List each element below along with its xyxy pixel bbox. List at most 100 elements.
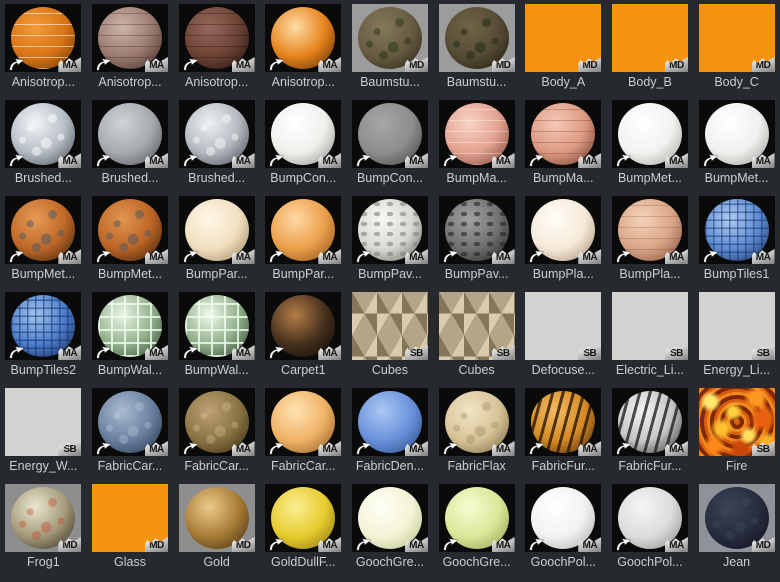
- material-thumbnail[interactable]: MA: [179, 388, 255, 456]
- material-thumbnail[interactable]: SB: [612, 292, 688, 360]
- material-thumbnail[interactable]: MA: [352, 196, 428, 264]
- material-thumbnail[interactable]: MA: [179, 100, 255, 168]
- material-thumbnail[interactable]: MA: [179, 4, 255, 72]
- material-tile[interactable]: MDBody_B: [607, 0, 694, 96]
- material-thumbnail[interactable]: MD: [525, 4, 601, 72]
- material-thumbnail[interactable]: MA: [525, 100, 601, 168]
- material-thumbnail[interactable]: MD: [699, 4, 775, 72]
- material-tile[interactable]: MABumpPla...: [520, 192, 607, 288]
- material-tile[interactable]: MABumpCon...: [260, 96, 347, 192]
- material-thumbnail[interactable]: MA: [265, 100, 341, 168]
- material-tile[interactable]: MABumpMet...: [87, 192, 174, 288]
- material-thumbnail[interactable]: MD: [612, 4, 688, 72]
- material-tile[interactable]: MABumpMa...: [433, 96, 520, 192]
- material-tile[interactable]: MABumpPav...: [433, 192, 520, 288]
- material-tile[interactable]: MABrushed...: [87, 96, 174, 192]
- material-tile[interactable]: MDGold: [173, 480, 260, 576]
- material-tile[interactable]: MABumpPla...: [607, 192, 694, 288]
- material-tile[interactable]: MAFabricDen...: [347, 384, 434, 480]
- material-thumbnail[interactable]: MA: [92, 196, 168, 264]
- material-tile[interactable]: MABumpWal...: [173, 288, 260, 384]
- material-tile[interactable]: MAGoochPol...: [607, 480, 694, 576]
- material-thumbnail[interactable]: MA: [612, 100, 688, 168]
- material-thumbnail[interactable]: SB: [525, 292, 601, 360]
- material-tile[interactable]: MABrushed...: [0, 96, 87, 192]
- material-thumbnail[interactable]: MA: [5, 292, 81, 360]
- material-tile[interactable]: SBEnergy_W...: [0, 384, 87, 480]
- material-tile[interactable]: MABumpPar...: [173, 192, 260, 288]
- material-tile[interactable]: MABumpPar...: [260, 192, 347, 288]
- material-thumbnail[interactable]: MA: [699, 100, 775, 168]
- material-thumbnail[interactable]: MA: [265, 388, 341, 456]
- material-thumbnail[interactable]: MA: [439, 484, 515, 552]
- material-thumbnail[interactable]: MA: [439, 196, 515, 264]
- material-thumbnail[interactable]: MA: [699, 196, 775, 264]
- material-thumbnail[interactable]: MA: [92, 4, 168, 72]
- material-thumbnail[interactable]: MA: [352, 484, 428, 552]
- material-tile[interactable]: SBCubes: [433, 288, 520, 384]
- material-tile[interactable]: MABumpMet...: [607, 96, 694, 192]
- material-tile[interactable]: MAGoochPol...: [520, 480, 607, 576]
- material-thumbnail[interactable]: SB: [439, 292, 515, 360]
- material-tile[interactable]: MAGoldDullF...: [260, 480, 347, 576]
- material-thumbnail[interactable]: MA: [5, 4, 81, 72]
- material-tile[interactable]: MDBaumstu...: [347, 0, 434, 96]
- material-thumbnail[interactable]: MA: [612, 484, 688, 552]
- material-thumbnail[interactable]: MA: [179, 196, 255, 264]
- material-tile[interactable]: MAFabricCar...: [173, 384, 260, 480]
- material-thumbnail[interactable]: MA: [265, 196, 341, 264]
- material-tile[interactable]: MDJean: [693, 480, 780, 576]
- material-thumbnail[interactable]: MD: [439, 4, 515, 72]
- material-tile[interactable]: MABumpTiles2: [0, 288, 87, 384]
- material-tile[interactable]: MAFabricFlax: [433, 384, 520, 480]
- material-thumbnail[interactable]: MA: [612, 196, 688, 264]
- material-tile[interactable]: SBEnergy_Li...: [693, 288, 780, 384]
- material-tile[interactable]: MDBody_C: [693, 0, 780, 96]
- material-tile[interactable]: MABumpWal...: [87, 288, 174, 384]
- material-thumbnail[interactable]: MA: [5, 196, 81, 264]
- material-tile[interactable]: MAGoochGre...: [433, 480, 520, 576]
- material-tile[interactable]: MAAnisotrop...: [0, 0, 87, 96]
- material-thumbnail[interactable]: SB: [352, 292, 428, 360]
- material-thumbnail[interactable]: MA: [612, 388, 688, 456]
- material-tile[interactable]: MAFabricFur...: [520, 384, 607, 480]
- material-tile[interactable]: SBFire: [693, 384, 780, 480]
- material-thumbnail[interactable]: MA: [92, 100, 168, 168]
- material-tile[interactable]: MAAnisotrop...: [260, 0, 347, 96]
- material-tile[interactable]: MABumpPav...: [347, 192, 434, 288]
- material-tile[interactable]: MABumpMa...: [520, 96, 607, 192]
- material-tile[interactable]: MABumpCon...: [347, 96, 434, 192]
- material-thumbnail[interactable]: MD: [5, 484, 81, 552]
- material-thumbnail[interactable]: MA: [352, 388, 428, 456]
- material-tile[interactable]: MAFabricFur...: [607, 384, 694, 480]
- material-tile[interactable]: MDFrog1: [0, 480, 87, 576]
- material-tile[interactable]: MAAnisotrop...: [173, 0, 260, 96]
- material-tile[interactable]: MABumpMet...: [0, 192, 87, 288]
- material-tile[interactable]: SBElectric_Li...: [607, 288, 694, 384]
- material-thumbnail[interactable]: MA: [352, 100, 428, 168]
- material-thumbnail[interactable]: MA: [179, 292, 255, 360]
- material-thumbnail[interactable]: MD: [92, 484, 168, 552]
- material-tile[interactable]: MABumpMet...: [693, 96, 780, 192]
- material-tile[interactable]: MABrushed...: [173, 96, 260, 192]
- material-tile[interactable]: MACarpet1: [260, 288, 347, 384]
- material-thumbnail[interactable]: MA: [525, 388, 601, 456]
- material-thumbnail[interactable]: SB: [699, 292, 775, 360]
- material-tile[interactable]: SBDefocuse...: [520, 288, 607, 384]
- material-thumbnail[interactable]: MA: [265, 4, 341, 72]
- material-thumbnail[interactable]: MA: [525, 196, 601, 264]
- material-thumbnail[interactable]: MA: [525, 484, 601, 552]
- material-tile[interactable]: MDGlass: [87, 480, 174, 576]
- material-tile[interactable]: MAAnisotrop...: [87, 0, 174, 96]
- material-thumbnail[interactable]: MA: [439, 388, 515, 456]
- material-tile[interactable]: MABumpTiles1: [693, 192, 780, 288]
- material-tile[interactable]: MAFabricCar...: [260, 384, 347, 480]
- material-thumbnail[interactable]: MA: [5, 100, 81, 168]
- material-thumbnail[interactable]: MA: [92, 292, 168, 360]
- material-thumbnail[interactable]: MD: [179, 484, 255, 552]
- material-thumbnail[interactable]: MD: [352, 4, 428, 72]
- material-tile[interactable]: SBCubes: [347, 288, 434, 384]
- material-thumbnail[interactable]: MA: [92, 388, 168, 456]
- material-tile[interactable]: MDBaumstu...: [433, 0, 520, 96]
- material-thumbnail[interactable]: SB: [5, 388, 81, 456]
